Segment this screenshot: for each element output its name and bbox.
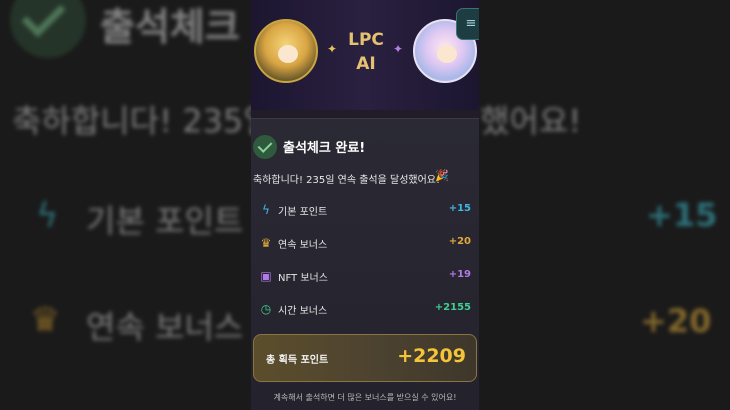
- points-row-nft: ▣ NFT 보너스 +19: [253, 262, 477, 290]
- attendance-panel: ✦ LPC AI ✦ ≡ 출석체크 완료! 축하합니다! 235일 연속 출석을…: [251, 0, 479, 410]
- total-points-label: 총 획득 포인트: [266, 355, 329, 366]
- bg-row1-value: +15: [646, 196, 718, 234]
- congrats-message: 축하합니다! 235일 연속 출석을 달성했어요!: [253, 175, 441, 186]
- points-row-value: +2155: [434, 302, 471, 313]
- total-points-box: 총 획득 포인트 +2209: [253, 334, 477, 382]
- points-row-label: 기본 포인트: [278, 207, 328, 218]
- hamburger-icon: ≡: [465, 16, 477, 31]
- bg-title: 출석체크: [100, 5, 240, 49]
- menu-button[interactable]: ≡: [456, 8, 479, 40]
- checkin-card: 출석체크 완료! 축하합니다! 235일 연속 출석을 달성했어요! 🎉 ϟ 기…: [251, 118, 479, 410]
- footer-message: 계속해서 출석하면 더 많은 보너스를 받으실 수 있어요!: [273, 393, 457, 402]
- bg-congrats-left: 축하합니다! 235일: [12, 102, 273, 140]
- party-popper-icon: 🎉: [435, 169, 449, 182]
- points-row-time: ◷ 시간 보너스 +2155: [253, 295, 477, 323]
- points-row-value: +15: [448, 203, 471, 214]
- bg-row1-label: 기본 포인트: [86, 202, 244, 240]
- brand-line2: AI: [356, 54, 376, 74]
- points-row-streak: ♛ 연속 보너스 +20: [253, 229, 477, 257]
- brand-line1: LPC: [348, 30, 384, 50]
- header: ✦ LPC AI ✦ ≡: [251, 0, 479, 110]
- checkin-title: 출석체크 완료!: [283, 141, 366, 156]
- bg-congrats-right: 했어요!: [480, 102, 582, 140]
- points-row-basic: ϟ 기본 포인트 +15: [253, 196, 477, 224]
- points-row-value: +19: [448, 269, 471, 280]
- points-row-label: 연속 보너스: [278, 240, 328, 251]
- lightning-icon: ϟ: [262, 203, 270, 217]
- bg-row2-label: 연속 보너스: [86, 308, 244, 346]
- brand-logo: LPC AI: [346, 28, 386, 76]
- fox-girl-avatar: [254, 19, 318, 83]
- sparkle-icon: ✦: [327, 42, 338, 56]
- points-row-label: NFT 보너스: [278, 273, 328, 284]
- bg-check-icon: [10, 0, 86, 58]
- bg-trophy-icon: ♛: [30, 300, 61, 340]
- clock-icon: ◷: [260, 302, 272, 316]
- bg-row2-value: +20: [640, 302, 712, 340]
- points-row-label: 시간 보너스: [278, 306, 328, 317]
- trophy-icon: ♛: [260, 236, 272, 250]
- bg-lightning-icon: ϟ: [36, 196, 59, 236]
- total-points-value: +2209: [397, 345, 466, 367]
- gift-icon: ▣: [260, 269, 272, 283]
- check-icon: [253, 135, 277, 159]
- sparkle-icon: ✦: [393, 42, 404, 56]
- points-row-value: +20: [448, 236, 471, 247]
